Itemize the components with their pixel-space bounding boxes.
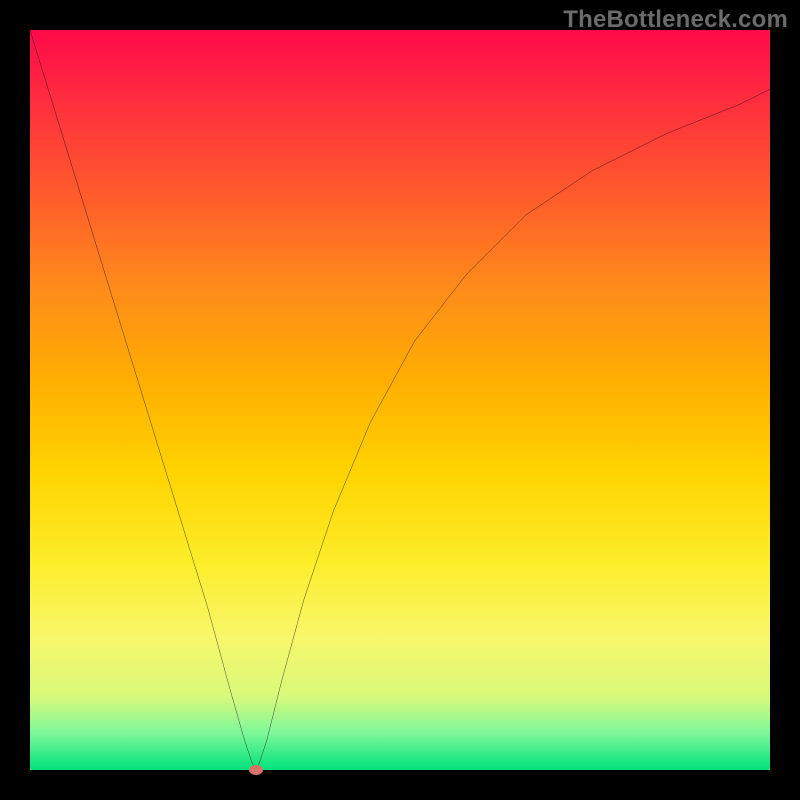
plot-area	[30, 30, 770, 770]
optimal-point-marker	[249, 765, 263, 775]
chart-frame: TheBottleneck.com	[0, 0, 800, 800]
watermark-text: TheBottleneck.com	[563, 6, 788, 34]
bottleneck-curve	[30, 30, 770, 770]
